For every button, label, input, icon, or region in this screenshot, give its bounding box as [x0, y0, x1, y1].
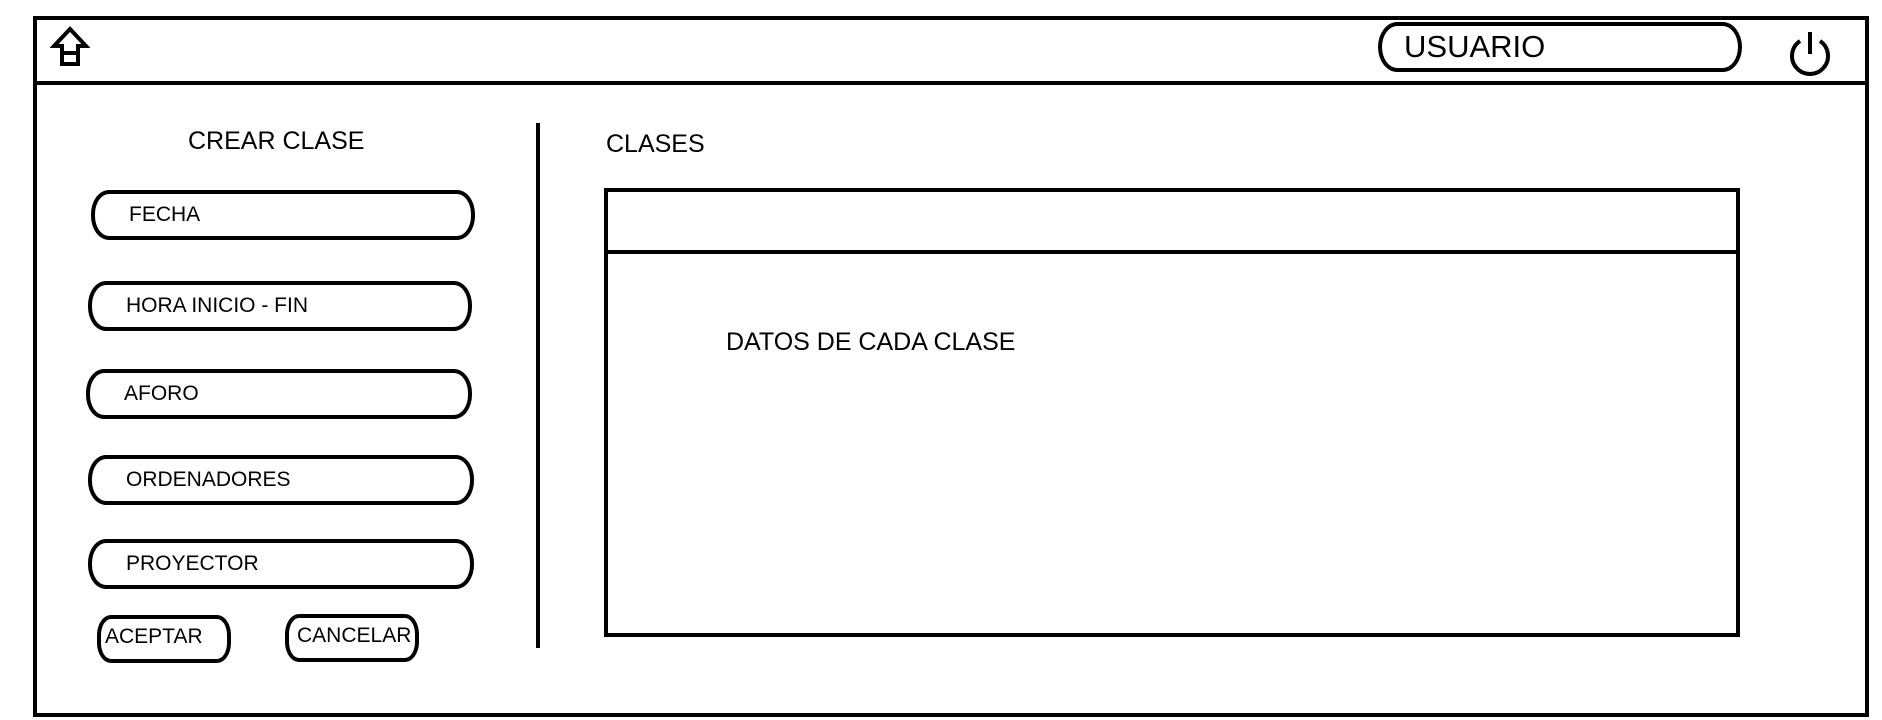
classes-table: DATOS DE CADA CLASE: [604, 188, 1740, 637]
accept-label: ACEPTAR: [105, 625, 203, 648]
ordenadores-label: ORDENADORES: [126, 468, 291, 491]
class-data-text: DATOS DE CADA CLASE: [726, 328, 1016, 356]
proyector-field[interactable]: PROYECTOR: [88, 539, 474, 589]
user-label: USUARIO: [1404, 29, 1546, 64]
home-icon[interactable]: [50, 26, 90, 70]
user-field[interactable]: USUARIO: [1378, 22, 1742, 72]
aforo-label: AFORO: [124, 382, 199, 405]
fecha-label: FECHA: [129, 203, 201, 226]
ordenadores-field[interactable]: ORDENADORES: [88, 455, 474, 505]
cancel-button[interactable]: CANCELAR: [285, 614, 419, 662]
power-icon[interactable]: [1786, 28, 1834, 80]
classes-table-header-divider: [608, 250, 1736, 254]
create-class-title: CREAR CLASE: [188, 127, 365, 155]
aforo-field[interactable]: AFORO: [86, 369, 472, 419]
hora-inicio-fin-field[interactable]: HORA INICIO - FIN: [88, 281, 472, 331]
fecha-field[interactable]: FECHA: [91, 190, 475, 240]
classes-title: CLASES: [606, 130, 705, 158]
accept-button[interactable]: ACEPTAR: [97, 615, 231, 663]
column-divider: [536, 123, 540, 648]
hora-inicio-fin-label: HORA INICIO - FIN: [126, 294, 309, 317]
proyector-label: PROYECTOR: [126, 552, 259, 575]
cancel-label: CANCELAR: [297, 624, 412, 647]
header-divider: [33, 81, 1869, 85]
